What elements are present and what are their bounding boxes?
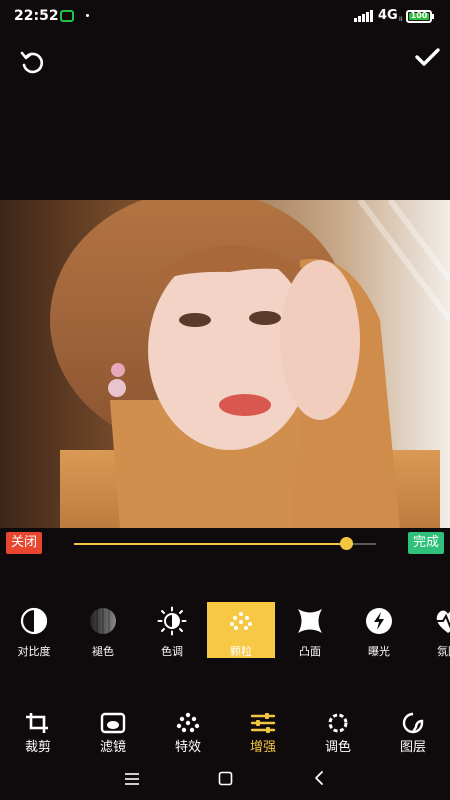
system-nav-bar [0, 762, 450, 800]
status-bar: 22:52 4G II 100 [0, 0, 450, 34]
nav-label: 特效 [174, 740, 201, 755]
slider-thumb[interactable] [339, 537, 353, 550]
color-icon [328, 713, 348, 733]
crop-icon [26, 713, 48, 733]
nav-color[interactable]: 调色 [308, 708, 368, 756]
network-sub-label: II [399, 16, 403, 23]
undo-icon [20, 51, 44, 74]
nav-label: 增强 [249, 740, 276, 755]
nav-layer[interactable]: 图层 [383, 708, 443, 756]
tool-fade[interactable]: 褪色 [69, 602, 137, 658]
confirm-button[interactable] [412, 42, 442, 72]
nav-enhance[interactable]: 增强 [233, 708, 293, 756]
tone-icon [157, 606, 187, 636]
editor-top-bar [0, 36, 450, 84]
portrait-image [0, 200, 450, 528]
battery-tip [432, 14, 434, 19]
nav-crop[interactable]: 裁剪 [8, 708, 68, 756]
tool-label: 颗粒 [230, 645, 252, 658]
slider-fill [74, 543, 346, 545]
bottom-nav: 裁剪 滤镜 特效 增强 调色 图层 [0, 708, 450, 758]
nav-effects[interactable]: 特效 [158, 708, 218, 756]
tool-grain[interactable]: 颗粒 [207, 602, 275, 658]
battery-level-text: 100 [410, 11, 428, 20]
notification-dot [86, 14, 89, 17]
tool-contrast[interactable]: 对比度 [0, 602, 68, 658]
layer-icon [402, 712, 424, 734]
status-time: 22:52 [14, 8, 59, 24]
fade-icon [90, 608, 116, 634]
back-icon[interactable] [313, 770, 325, 786]
photo-canvas[interactable] [0, 200, 450, 528]
contrast-icon [20, 607, 48, 635]
grain-icon [230, 612, 252, 630]
tool-label: 对比度 [17, 645, 51, 658]
tool-tone[interactable]: 色调 [138, 602, 206, 658]
tool-label: 褪色 [92, 645, 114, 658]
done-button[interactable]: 完成 [408, 532, 444, 554]
tool-exposure[interactable]: 曝光 [345, 602, 413, 658]
enhance-icon [250, 713, 276, 733]
effects-icon [176, 712, 200, 733]
signal-icon [354, 10, 373, 22]
tool-ambience[interactable]: 氛围 [414, 602, 450, 658]
convex-icon [298, 609, 322, 633]
check-icon [415, 48, 440, 66]
enhance-tools-row: 对比度 褪色 色调 颗粒 凸面 曝光 氛 [0, 602, 450, 660]
ambience-icon [436, 610, 450, 633]
home-icon[interactable] [218, 771, 233, 786]
tool-label: 曝光 [368, 645, 390, 658]
menu-icon[interactable] [124, 772, 140, 786]
wechat-notification-icon [60, 10, 74, 22]
tool-label: 凸面 [299, 645, 321, 658]
network-label: 4G [378, 8, 398, 23]
adjustment-slider-row: 关闭 完成 [0, 530, 450, 560]
filter-icon [100, 712, 126, 734]
nav-label: 调色 [324, 740, 351, 755]
undo-button[interactable] [18, 48, 46, 76]
tool-convex[interactable]: 凸面 [276, 602, 344, 658]
close-button[interactable]: 关闭 [6, 532, 42, 554]
nav-label: 滤镜 [99, 740, 126, 755]
nav-filter[interactable]: 滤镜 [83, 708, 143, 756]
intensity-slider[interactable] [74, 537, 376, 550]
exposure-icon [366, 608, 392, 634]
tool-label: 氛围 [437, 645, 450, 658]
tool-label: 色调 [161, 645, 183, 658]
nav-label: 裁剪 [24, 740, 51, 755]
nav-label: 图层 [399, 740, 426, 755]
